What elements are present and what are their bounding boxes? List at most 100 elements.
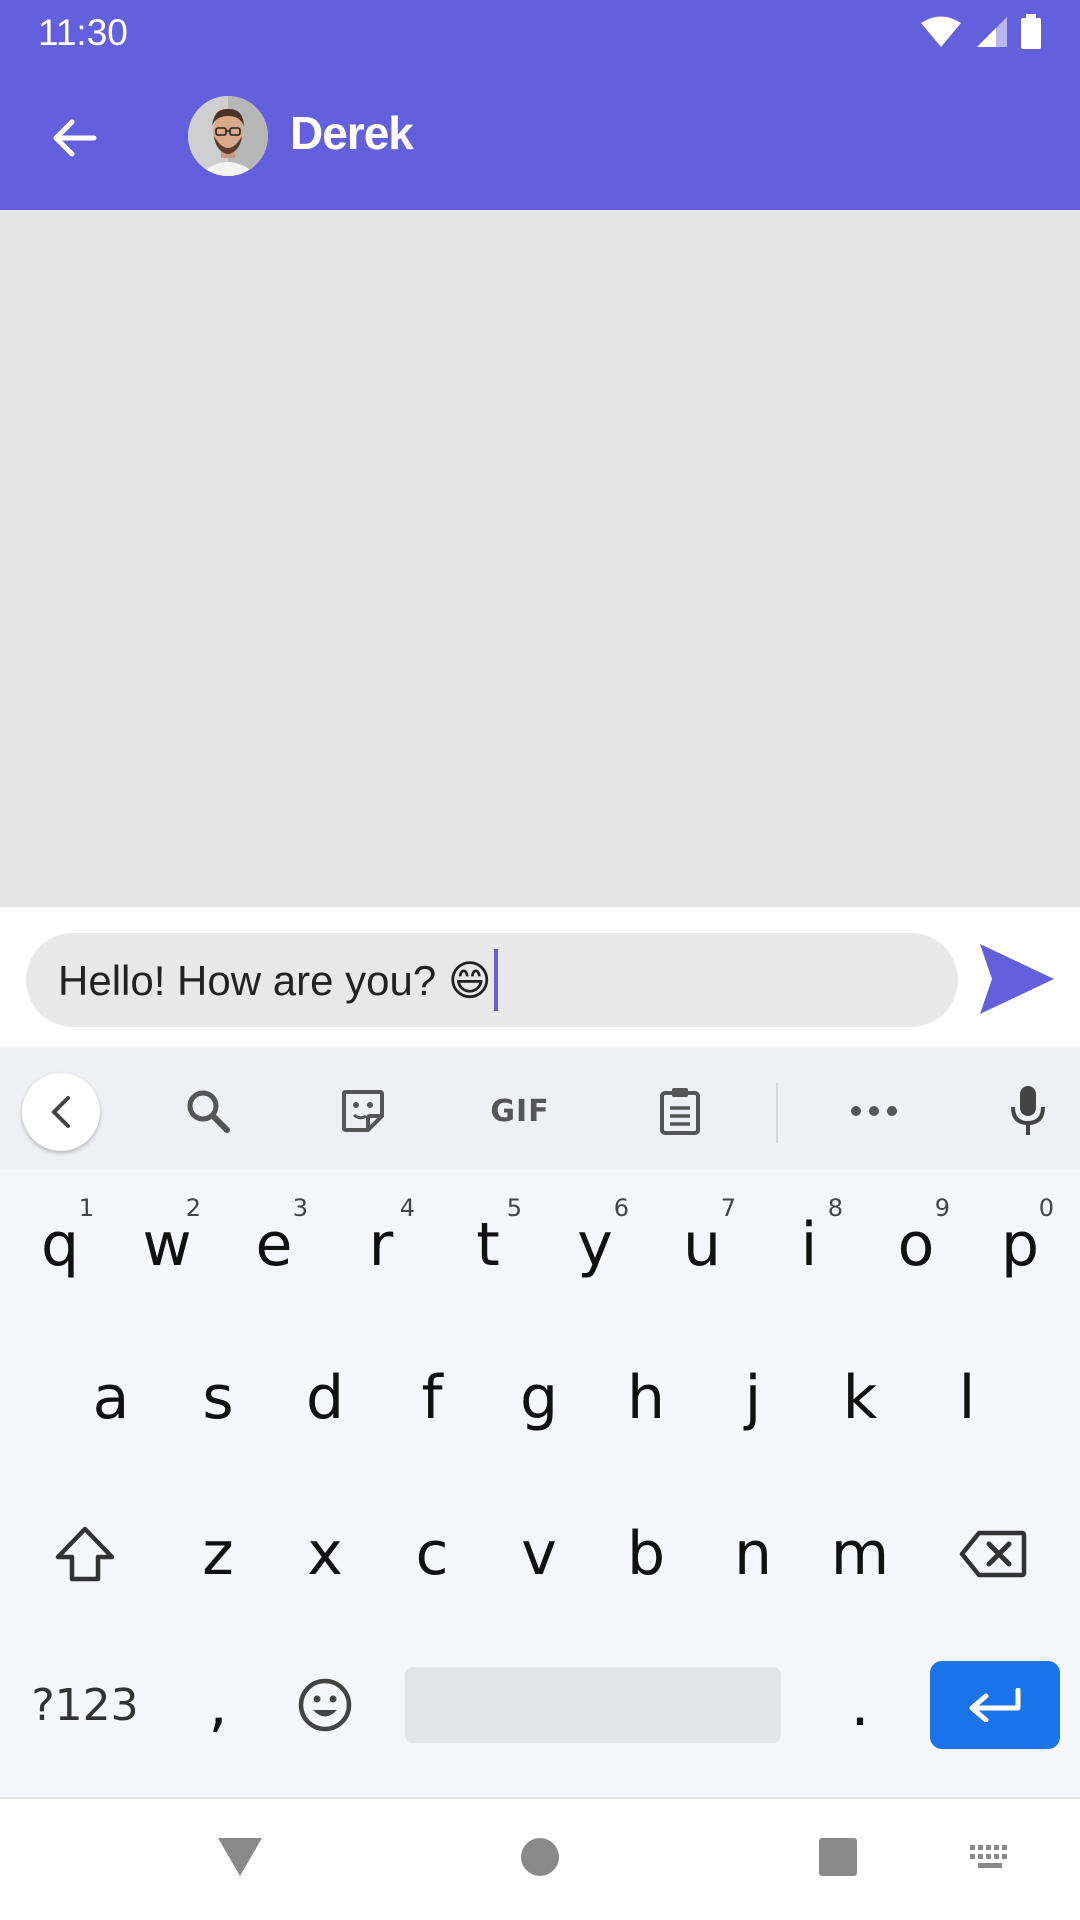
key-hint: 2: [185, 1194, 201, 1222]
key-d[interactable]: d: [275, 1333, 375, 1463]
gif-button[interactable]: GIF: [482, 1073, 558, 1149]
key-hint: 1: [78, 1194, 94, 1222]
chat-messages-area[interactable]: [0, 210, 1080, 907]
voice-input-button[interactable]: [990, 1073, 1066, 1149]
app-bar: 11:30 Derek: [0, 0, 1080, 210]
signal-icon: [977, 17, 1007, 47]
composer: Hello! How are you? 😄: [0, 907, 1080, 1047]
key-x[interactable]: x: [275, 1489, 375, 1619]
enter-key[interactable]: [930, 1661, 1060, 1749]
backspace-key[interactable]: [943, 1489, 1043, 1619]
sticker-icon: [342, 1090, 384, 1132]
key-c[interactable]: c: [382, 1489, 482, 1619]
key-label: i: [800, 1210, 818, 1280]
keyboard-icon: [970, 1845, 1007, 1868]
clipboard-button[interactable]: [642, 1073, 718, 1149]
key-hint: 3: [292, 1194, 308, 1222]
key-label: r: [368, 1210, 394, 1280]
key-label: p: [1000, 1210, 1040, 1280]
mic-icon: [1011, 1086, 1045, 1135]
gif-label: GIF: [490, 1093, 550, 1129]
text-cursor: [493, 949, 498, 1011]
contact-photo: [188, 96, 268, 176]
nav-recents-button[interactable]: [808, 1827, 868, 1887]
collapse-toolbar-button[interactable]: [22, 1073, 100, 1151]
more-horiz-icon: [851, 1106, 897, 1116]
key-label: e: [255, 1210, 293, 1280]
key-label: q: [40, 1210, 80, 1280]
key-p[interactable]: p0: [970, 1180, 1070, 1310]
shift-key[interactable]: [35, 1489, 135, 1619]
message-input[interactable]: Hello! How are you? 😄: [26, 933, 958, 1027]
key-hint: 9: [934, 1194, 950, 1222]
key-t[interactable]: t5: [438, 1180, 538, 1310]
status-time: 11:30: [38, 12, 128, 53]
key-k[interactable]: k: [810, 1333, 910, 1463]
key-w[interactable]: w2: [117, 1180, 217, 1310]
key-label: o: [897, 1210, 935, 1280]
key-n[interactable]: n: [703, 1489, 803, 1619]
chevron-left-icon: [51, 1096, 70, 1128]
nav-recents-icon: [819, 1838, 857, 1876]
search-icon: [187, 1090, 230, 1133]
clipboard-icon: [660, 1088, 700, 1135]
message-text: Hello! How are you? 😄: [58, 956, 492, 1004]
key-z[interactable]: z: [168, 1489, 268, 1619]
key-r[interactable]: r4: [331, 1180, 431, 1310]
contact-name[interactable]: Derek: [290, 106, 414, 160]
key-hint: 5: [506, 1194, 522, 1222]
key-l[interactable]: l: [917, 1333, 1017, 1463]
key-label: y: [577, 1210, 613, 1280]
key-hint: 6: [613, 1194, 629, 1222]
key-y[interactable]: y6: [545, 1180, 645, 1310]
symbols-key[interactable]: ?123: [18, 1640, 152, 1770]
key-hint: 4: [399, 1194, 415, 1222]
keyboard: GIF q1 w2 e3 r4 t5 y6 u7 i8 o9 p0 a s d …: [0, 1047, 1080, 1797]
key-g[interactable]: g: [489, 1333, 589, 1463]
key-s[interactable]: s: [168, 1333, 268, 1463]
key-h[interactable]: h: [596, 1333, 696, 1463]
arrow-back-icon: [53, 119, 97, 157]
key-label: w: [142, 1210, 192, 1280]
more-options-button[interactable]: [836, 1073, 912, 1149]
keyboard-toolbar: GIF: [0, 1047, 1080, 1169]
sticker-button[interactable]: [325, 1073, 401, 1149]
key-a[interactable]: a: [61, 1333, 161, 1463]
avatar[interactable]: [188, 96, 268, 176]
key-j[interactable]: j: [703, 1333, 803, 1463]
key-q[interactable]: q1: [10, 1180, 110, 1310]
period-key[interactable]: .: [810, 1640, 910, 1770]
battery-icon: [1021, 14, 1041, 49]
key-o[interactable]: o9: [866, 1180, 966, 1310]
keyboard-switch-button[interactable]: [960, 1827, 1020, 1887]
space-bar[interactable]: [405, 1667, 781, 1743]
key-b[interactable]: b: [596, 1489, 696, 1619]
comma-key[interactable]: ,: [168, 1640, 268, 1770]
key-label: u: [682, 1210, 722, 1280]
enter-icon: [969, 1688, 1021, 1722]
send-button[interactable]: [975, 937, 1059, 1021]
key-hint: 0: [1038, 1194, 1054, 1222]
key-i[interactable]: i8: [759, 1180, 859, 1310]
send-icon: [980, 944, 1054, 1014]
key-v[interactable]: v: [489, 1489, 589, 1619]
key-label: t: [476, 1210, 500, 1280]
emoji-key[interactable]: [275, 1640, 375, 1770]
key-f[interactable]: f: [382, 1333, 482, 1463]
key-u[interactable]: u7: [652, 1180, 752, 1310]
nav-back-button[interactable]: [210, 1827, 270, 1887]
emoji-icon: [298, 1678, 352, 1732]
system-nav-bar: [0, 1797, 1080, 1920]
key-hint: 8: [827, 1194, 843, 1222]
search-button[interactable]: [170, 1073, 246, 1149]
key-e[interactable]: e3: [224, 1180, 324, 1310]
backspace-icon: [959, 1530, 1027, 1578]
back-button[interactable]: [40, 104, 108, 172]
nav-home-button[interactable]: [510, 1827, 570, 1887]
status-icons: [920, 14, 1042, 50]
nav-back-icon: [218, 1838, 262, 1876]
nav-home-icon: [521, 1838, 559, 1876]
toolbar-divider: [776, 1083, 778, 1143]
key-hint: 7: [720, 1194, 736, 1222]
key-m[interactable]: m: [810, 1489, 910, 1619]
